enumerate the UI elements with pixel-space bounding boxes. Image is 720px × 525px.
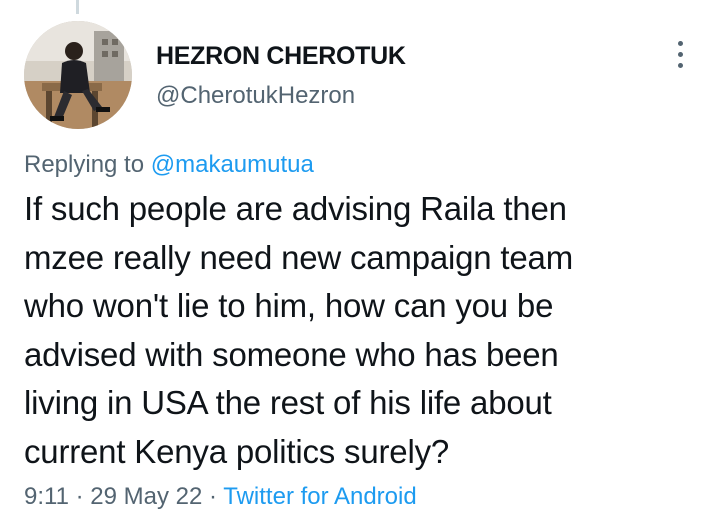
tweet-time[interactable]: 9:11 xyxy=(24,483,69,510)
reply-context: Replying to @makaumutua xyxy=(24,151,314,179)
reply-mention-link[interactable]: @makaumutua xyxy=(151,151,314,178)
avatar[interactable] xyxy=(24,21,132,129)
tweet-text-line: If such people are advising Raila then xyxy=(24,190,567,227)
tweet-text: If such people are advising Raila then m… xyxy=(24,185,700,476)
meta-separator: · xyxy=(209,483,218,510)
tweet-metadata: 9:11 · 29 May 22 · Twitter for Android xyxy=(24,483,417,511)
thread-connector-line xyxy=(76,0,79,14)
meta-separator: · xyxy=(75,483,84,510)
tweet-text-line: advised with someone who has been xyxy=(24,335,559,373)
tweet-source-link[interactable]: Twitter for Android xyxy=(223,483,416,510)
author-display-name[interactable]: HEZRON CHEROTUK xyxy=(156,42,406,71)
tweet-text-line: who won't lie to him, how can you be xyxy=(24,287,554,324)
tweet-text-line: mzee really need new campaign team xyxy=(24,238,573,276)
tweet-date[interactable]: 29 May 22 xyxy=(90,483,202,510)
more-vertical-icon xyxy=(677,40,683,68)
tweet-text-line: living in USA the rest of his life about xyxy=(24,384,552,421)
more-options-button[interactable] xyxy=(664,38,696,70)
reply-context-prefix: Replying to xyxy=(24,151,145,178)
author-handle[interactable]: @CherotukHezron xyxy=(156,82,355,110)
tweet-text-line: current Kenya politics surely? xyxy=(24,432,450,470)
